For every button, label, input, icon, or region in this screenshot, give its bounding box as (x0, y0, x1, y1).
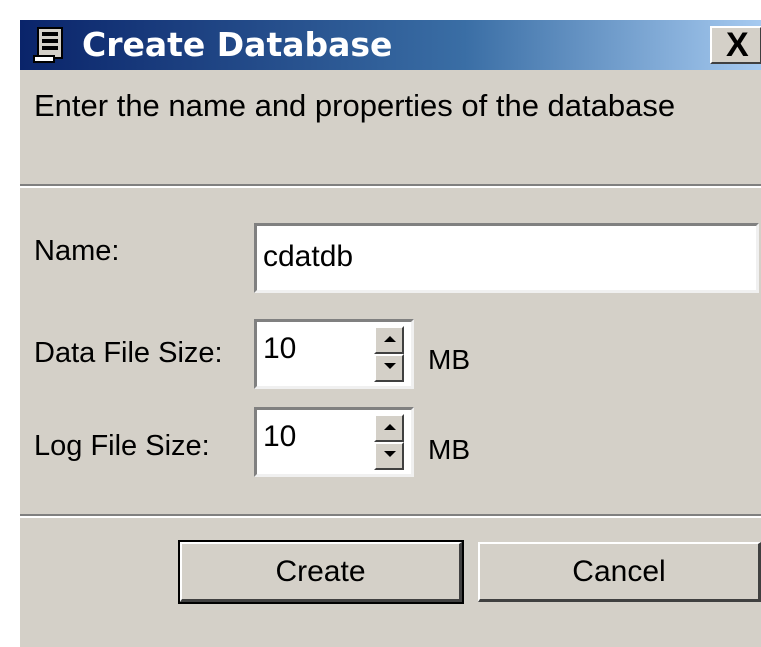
log-size-down-button[interactable] (374, 442, 404, 470)
name-label: Name: (34, 235, 120, 267)
log-file-size-stepper[interactable] (254, 407, 414, 477)
data-file-size-stepper[interactable] (254, 319, 414, 389)
create-database-dialog: Create Database X Enter the name and pro… (18, 18, 761, 647)
arrow-up-icon (384, 336, 396, 342)
database-icon (33, 27, 63, 63)
arrow-down-icon (384, 363, 396, 369)
data-file-size-label: Data File Size: (34, 337, 223, 369)
title-bar[interactable]: Create Database X (20, 20, 761, 70)
log-size-up-button[interactable] (374, 414, 404, 442)
close-icon: X (726, 26, 749, 64)
data-file-size-input[interactable] (263, 332, 363, 366)
data-size-unit: MB (428, 344, 470, 375)
bottom-separator (20, 514, 761, 518)
name-field-box[interactable] (254, 223, 759, 293)
log-size-unit: MB (428, 434, 470, 465)
dialog-title: Create Database (82, 25, 393, 64)
arrow-down-icon (384, 451, 396, 457)
top-separator (20, 184, 761, 188)
dialog-description: Enter the name and properties of the dat… (34, 88, 676, 123)
create-button[interactable]: Create (178, 540, 464, 604)
log-file-size-label: Log File Size: (34, 430, 210, 462)
close-button[interactable]: X (710, 26, 761, 64)
data-size-up-button[interactable] (374, 326, 404, 354)
data-size-down-button[interactable] (374, 354, 404, 382)
name-field[interactable] (263, 240, 743, 274)
log-file-size-input[interactable] (263, 420, 363, 454)
arrow-up-icon (384, 424, 396, 430)
cancel-button[interactable]: Cancel (478, 542, 761, 602)
